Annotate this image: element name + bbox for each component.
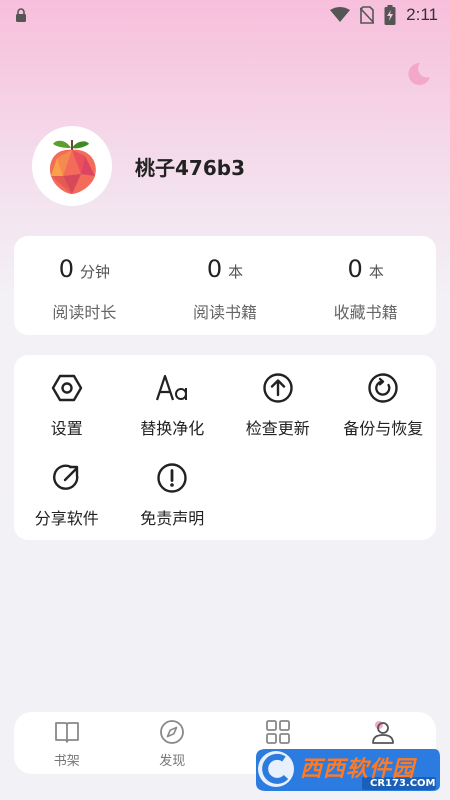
book-icon [54,722,79,743]
restore-icon [366,371,400,405]
stat-unit: 本 [368,263,384,281]
backup-restore-button[interactable]: 备份与恢复 [331,371,437,439]
peach-icon [49,140,96,194]
stat-books-read[interactable]: 0 本 阅读书籍 [155,236,296,335]
settings-button[interactable]: 设置 [14,371,120,439]
watermark: 西西软件园 CR173.COM [252,745,442,795]
tool-label: 备份与恢复 [343,419,424,438]
battery-charging-icon [384,5,396,25]
lock-icon [16,8,26,22]
stat-value: 0 [206,255,223,283]
reading-stats-card: 0 分钟 阅读时长 0 本 阅读书籍 0 本 收藏书籍 [14,236,436,335]
status-time: 2:11 [406,5,438,24]
tool-label: 设置 [50,419,83,438]
exclamation-circle-icon [155,461,189,495]
no-sim-icon [360,6,375,24]
nav-bookshelf[interactable]: 书架 [14,712,120,774]
user-icon [372,721,395,744]
stat-unit: 本 [228,263,244,281]
nav-label: 发现 [159,754,186,769]
nav-label: 书架 [53,754,80,769]
stat-label: 阅读书籍 [193,303,258,322]
disclaimer-button[interactable]: 免责声明 [120,461,226,529]
stat-value: 0 [347,255,363,283]
tool-label: 免责声明 [140,509,205,528]
tool-label: 分享软件 [34,509,99,528]
share-app-button[interactable]: 分享软件 [14,461,120,529]
avatar[interactable] [32,126,112,206]
status-icons: 2:11 [330,5,438,25]
username: 桃子476b3 [135,155,245,180]
stat-label: 阅读时长 [52,303,117,322]
settings-hexagon-icon [50,371,84,405]
share-icon [50,461,84,495]
moon-icon[interactable] [404,60,432,88]
arrow-up-circle-icon [261,371,295,405]
stat-value: 0 [58,255,74,283]
check-update-button[interactable]: 检查更新 [225,371,331,439]
grid-icon [265,720,290,744]
tool-label: 替换净化 [140,419,205,438]
nav-discover[interactable]: 发现 [120,712,226,774]
watermark-subtext: CR173.COM [370,778,436,789]
replace-purify-button[interactable]: 替换净化 [120,371,226,439]
stat-reading-time[interactable]: 0 分钟 阅读时长 [14,236,155,335]
compass-icon [160,720,185,744]
status-bar: 2:11 [0,0,450,32]
font-aa-icon [155,371,189,405]
stat-unit: 分钟 [79,263,110,281]
tools-card: 设置 替换净化 检查更新 备份与恢复 分享软件 免责声明 [14,355,436,540]
stat-books-favorited[interactable]: 0 本 收藏书籍 [295,236,436,335]
wifi-icon [330,7,351,22]
profile-header: 桃子476b3 [32,126,245,206]
tool-label: 检查更新 [245,419,310,438]
stat-label: 收藏书籍 [333,303,398,322]
